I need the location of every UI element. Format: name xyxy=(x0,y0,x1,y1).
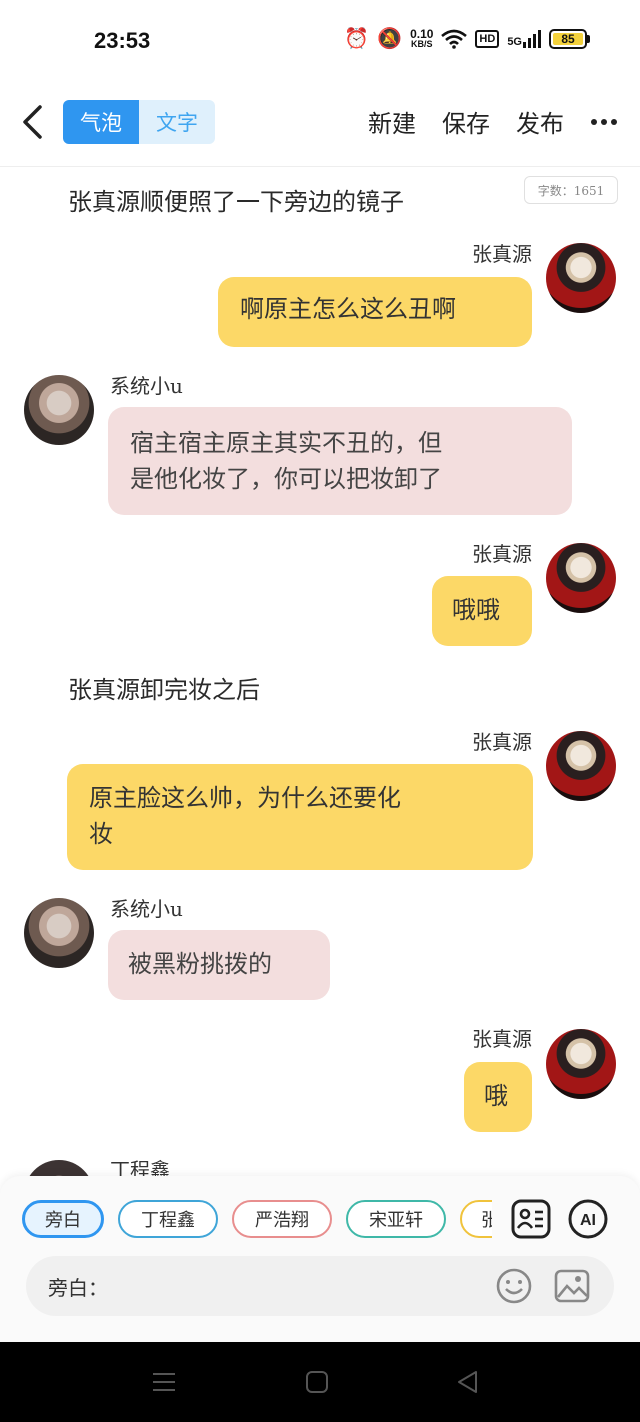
toolbar-actions: 新建 保存 发布 xyxy=(368,104,618,139)
chat-bubble-left[interactable]: 被黑粉挑拨的 xyxy=(108,930,330,1000)
alarm-icon: ⏰ xyxy=(344,28,370,50)
battery-level: 85 xyxy=(553,32,583,46)
chat-bubble-right[interactable]: 哦 xyxy=(464,1062,532,1132)
character-chip[interactable]: 张 xyxy=(460,1200,492,1238)
mute-icon: 🔕 xyxy=(377,28,403,50)
narration-line[interactable]: 张真源卸完妆之后 xyxy=(68,670,260,705)
mode-switch: 气泡 文字 xyxy=(63,100,215,144)
net-speed: 0.10 KB/S xyxy=(410,26,434,49)
network-type: 5G xyxy=(507,35,522,48)
new-button[interactable]: 新建 xyxy=(368,104,416,139)
wifi-icon xyxy=(441,29,468,49)
battery-icon: 85 xyxy=(549,28,590,49)
character-chip-narrator[interactable]: 旁白 xyxy=(22,1200,104,1238)
input-speaker-label: 旁白： xyxy=(48,1276,108,1300)
narration-line[interactable]: 张真源顺便照了一下旁边的镜子 xyxy=(68,182,404,217)
avatar[interactable] xyxy=(24,375,94,445)
status-icons: ⏰ 🔕 0.10 KB/S HD 5G 85 xyxy=(344,26,590,51)
character-card-icon[interactable] xyxy=(510,1198,552,1240)
avatar[interactable] xyxy=(546,731,616,801)
character-chip[interactable]: 丁程鑫 xyxy=(118,1200,218,1238)
sender-name: 张真源 xyxy=(472,542,532,566)
ai-label: AI xyxy=(580,1212,596,1229)
back-triangle-icon[interactable] xyxy=(456,1370,480,1394)
avatar[interactable] xyxy=(546,1029,616,1099)
avatar[interactable] xyxy=(546,543,616,613)
signal-icon: 5G xyxy=(507,29,541,48)
message-text: 哦哦 xyxy=(452,596,500,624)
sender-name: 系统小u xyxy=(110,897,183,921)
net-speed-value: 0.10 xyxy=(410,26,434,41)
chevron-left-icon[interactable] xyxy=(18,104,48,140)
top-toolbar: 气泡 文字 新建 保存 发布 xyxy=(0,90,640,156)
sender-name: 系统小u xyxy=(110,374,183,398)
message-text: 宿主宿主原主其实不丑的，但 xyxy=(130,429,442,457)
status-bar: 23:53 ⏰ 🔕 0.10 KB/S HD 5G 85 xyxy=(0,0,640,80)
character-chip[interactable]: 严浩翔 xyxy=(232,1200,332,1238)
input-panel: 旁白 丁程鑫 严浩翔 宋亚轩 张 AI 旁白： xyxy=(0,1176,640,1342)
chat-bubble-right[interactable]: 原主脸这么帅，为什么还要化 妆 xyxy=(67,764,533,870)
status-time: 23:53 xyxy=(94,28,151,53)
net-speed-unit: KB/S xyxy=(410,38,433,49)
character-chip[interactable]: 宋亚轩 xyxy=(346,1200,446,1238)
sender-name: 张真源 xyxy=(472,730,532,754)
ai-icon[interactable]: AI xyxy=(567,1198,609,1240)
message-text: 啊原主怎么这么丑啊 xyxy=(240,295,456,323)
message-text: 原主脸这么帅，为什么还要化 xyxy=(89,784,401,812)
chat-bubble-left[interactable]: 宿主宿主原主其实不丑的，但 是他化妆了，你可以把妆卸了 xyxy=(108,407,572,515)
avatar[interactable] xyxy=(546,243,616,313)
more-dots-icon[interactable] xyxy=(590,117,618,127)
message-text: 妆 xyxy=(89,820,113,848)
toolbar-divider xyxy=(0,166,640,167)
message-text: 是他化妆了，你可以把妆卸了 xyxy=(130,465,442,493)
tab-text[interactable]: 文字 xyxy=(139,100,215,144)
tab-bubble[interactable]: 气泡 xyxy=(63,100,139,144)
sender-name: 张真源 xyxy=(472,242,532,266)
message-text: 哦 xyxy=(484,1082,508,1110)
message-input[interactable] xyxy=(116,1266,486,1306)
message-text: 被黑粉挑拨的 xyxy=(128,950,272,978)
smile-icon[interactable] xyxy=(496,1268,532,1304)
home-icon[interactable] xyxy=(305,1370,329,1394)
chat-bubble-right[interactable]: 哦哦 xyxy=(432,576,532,646)
system-nav-bar xyxy=(0,1342,640,1422)
menu-icon[interactable] xyxy=(152,1370,176,1394)
save-button[interactable]: 保存 xyxy=(442,104,490,139)
avatar[interactable] xyxy=(24,898,94,968)
character-chips: 旁白 丁程鑫 严浩翔 宋亚轩 张 xyxy=(22,1200,492,1240)
chat-bubble-right[interactable]: 啊原主怎么这么丑啊 xyxy=(218,277,532,347)
word-count-badge: 字数：1651 xyxy=(524,176,618,204)
image-icon[interactable] xyxy=(554,1268,590,1304)
sender-name: 张真源 xyxy=(472,1027,532,1051)
hd-badge: HD xyxy=(475,29,500,48)
publish-button[interactable]: 发布 xyxy=(516,104,564,139)
input-row: 旁白： xyxy=(26,1256,614,1316)
